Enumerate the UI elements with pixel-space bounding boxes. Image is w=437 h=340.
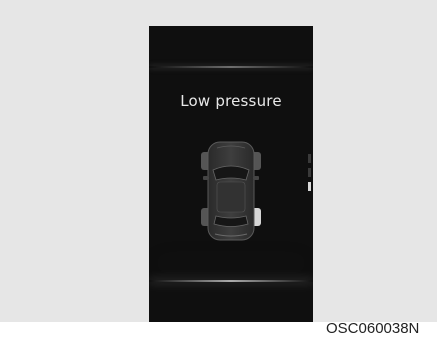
- figure-code: OSC060038N: [326, 320, 420, 337]
- page-indicator-1: [308, 154, 311, 163]
- cluster-display: Low pressure: [149, 26, 313, 322]
- page-indicator-3: [308, 182, 311, 191]
- top-divider: [149, 66, 313, 68]
- bottom-divider: [149, 280, 313, 282]
- page-indicator-2: [308, 168, 311, 177]
- car-top-view-icon: [201, 141, 261, 241]
- low-pressure-message: Low pressure: [180, 92, 282, 110]
